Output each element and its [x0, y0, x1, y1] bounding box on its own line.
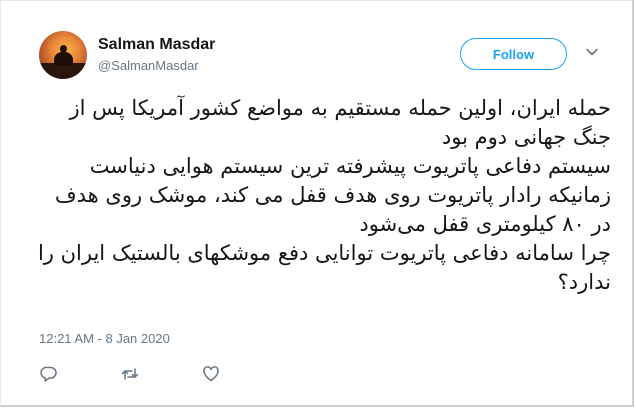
- tweet-card: Salman Masdar @SalmanMasdar Follow حمله …: [0, 0, 634, 407]
- user-handle[interactable]: @SalmanMasdar: [98, 58, 199, 73]
- retweet-icon[interactable]: [120, 364, 140, 384]
- tweet-text: حمله ایران، اولین حمله مستقیم به مواضع ک…: [37, 96, 611, 294]
- user-name[interactable]: Salman Masdar: [98, 36, 215, 54]
- chevron-down-icon[interactable]: [585, 45, 599, 59]
- avatar[interactable]: [39, 31, 87, 79]
- tweet-timestamp[interactable]: 12:21 AM - 8 Jan 2020: [39, 331, 170, 346]
- follow-button[interactable]: Follow: [460, 38, 567, 70]
- reply-icon[interactable]: [39, 364, 59, 384]
- avatar-figure: [54, 52, 73, 66]
- heart-icon[interactable]: [201, 364, 221, 384]
- avatar-figure-head: [60, 45, 67, 53]
